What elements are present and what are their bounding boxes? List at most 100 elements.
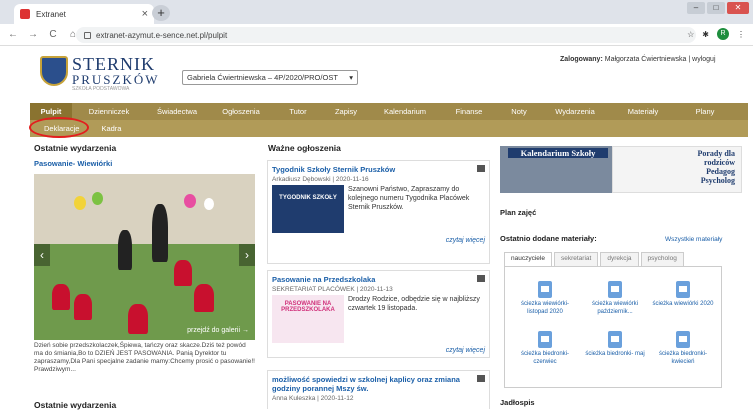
menu-materialy[interactable]: Materiały: [610, 107, 676, 116]
extensions-icon[interactable]: ✱: [702, 30, 709, 39]
tab-management[interactable]: dyrekcja: [600, 252, 639, 266]
menu-finanse[interactable]: Finanse: [440, 107, 498, 116]
logo-line1: STERNIK: [72, 54, 155, 74]
calendar-banner[interactable]: Kalendarium Szkoły: [500, 146, 618, 193]
favicon-icon: [20, 9, 30, 19]
news-title: Ważne ogłoszenia: [268, 143, 341, 153]
news-item-meta: SEKRETARIAT PLACÓWEK | 2020-11-13: [272, 286, 393, 293]
main-menu: Pulpit Dzienniczek Świadectwa Ogłoszenia…: [30, 103, 748, 120]
highlight-circle: [29, 117, 89, 138]
next-arrow-icon[interactable]: ›: [239, 244, 255, 266]
logged-label: Zalogowany:: [560, 56, 603, 63]
materials-title: Ostatnio dodane materiały:: [500, 234, 597, 243]
banner2-line1: Porady dla: [697, 149, 735, 158]
close-tab-icon[interactable]: ×: [142, 8, 148, 20]
material-label: ściezka wiewiórki- listopad 2020: [520, 301, 569, 315]
menu-ogloszenia[interactable]: Ogłoszenia: [208, 107, 274, 116]
submenu-kadra[interactable]: Kadra: [101, 124, 121, 133]
menu-plany[interactable]: Plany: [676, 107, 734, 116]
chevron-down-icon: ▾: [349, 73, 353, 82]
student-select[interactable]: Gabriela Ćwiertniewska – 4P/2020/PRO/OST…: [182, 70, 358, 85]
minimize-button[interactable]: –: [687, 2, 705, 14]
news-item-meta: Arkadiusz Dębowski | 2020-11-16: [272, 176, 369, 183]
logout-link[interactable]: wyloguj: [692, 56, 715, 63]
materials-tabs: nauczyciele sekretariat dyrekcja psychol…: [504, 252, 724, 266]
tab-teachers[interactable]: nauczyciele: [504, 252, 552, 266]
news-item: możliwość spowiedzi w szkolnej kaplicy o…: [267, 370, 490, 409]
url-text: extranet-azymut.e-sence.net.pl/pulpit: [96, 30, 228, 40]
print-icon[interactable]: [477, 165, 485, 172]
new-tab-button[interactable]: +: [152, 5, 170, 21]
menu-tutor[interactable]: Tutor: [274, 107, 322, 116]
material-item[interactable]: ścieżka biedronki- czerwiec: [511, 331, 579, 366]
news-item-title[interactable]: Tygodnik Szkoły Sternik Pruszków: [272, 165, 485, 174]
back-icon[interactable]: ←: [6, 29, 20, 40]
materials-panel: ściezka wiewiórki- listopad 2020 ścieżka…: [504, 266, 722, 388]
document-icon: [608, 281, 622, 298]
material-label: ścieżka biedronki- kwiecień: [658, 351, 708, 365]
student-select-value: Gabriela Ćwiertniewska – 4P/2020/PRO/OST: [187, 73, 338, 82]
material-item[interactable]: ścieżka wiewiórki 2020: [649, 281, 717, 308]
events-title: Ostatnie wydarzenia: [34, 143, 117, 153]
news-item: Pasowanie na Przedszkolaka SEKRETARIAT P…: [267, 270, 490, 358]
login-info: Zalogowany: Małgorzata Ćwiertniewska | w…: [560, 56, 716, 63]
document-icon: [676, 281, 690, 298]
menu-zapisy[interactable]: Zapisy: [322, 107, 370, 116]
sub-menu: Deklaracje Kadra: [30, 120, 748, 137]
reload-icon[interactable]: C: [46, 29, 60, 40]
read-more-link[interactable]: czytaj więcej: [272, 343, 485, 354]
material-label: ścieżka biedronki- czerwiec: [520, 351, 570, 365]
plan-title[interactable]: Plan zajęć: [500, 208, 536, 217]
news-item: Tygodnik Szkoły Sternik Pruszków Arkadiu…: [267, 160, 490, 264]
menu-swiadectwa[interactable]: Świadectwa: [146, 107, 208, 116]
gallery-link[interactable]: przejdź do galerii →: [187, 327, 249, 334]
document-icon: [608, 331, 622, 348]
news-thumbnail[interactable]: TYGODNIK SZKOŁY: [272, 185, 344, 233]
menu-dzienniczek[interactable]: Dzienniczek: [72, 107, 146, 116]
site-logo[interactable]: STERNIK PRUSZKÓW SZKOŁA PODSTAWOWA: [40, 54, 160, 92]
star-icon[interactable]: ☆: [687, 30, 694, 39]
news-item-title[interactable]: możliwość spowiedzi w szkolnej kaplicy o…: [272, 375, 485, 393]
lock-icon: [84, 31, 91, 39]
forward-icon[interactable]: →: [26, 29, 40, 40]
material-label: ścieżka biedronki- maj: [585, 351, 645, 357]
psychologist-banner[interactable]: Porady dla rodziców Pedagog Psycholog: [612, 146, 742, 193]
menu-wydarzenia[interactable]: Wydarzenia: [540, 107, 610, 116]
menu-title[interactable]: Jadłospis: [500, 398, 535, 407]
logo-line2: PRUSZKÓW: [72, 72, 160, 87]
print-icon[interactable]: [477, 275, 485, 282]
material-item[interactable]: ścieżka wiewiórki październik...: [581, 281, 649, 316]
material-label: ścieżka wiewiórki październik...: [591, 301, 638, 315]
address-bar: ← → C ⌂ extranet-azymut.e-sence.net.pl/p…: [0, 24, 753, 46]
browser-tabbar: Extranet × + – □ ✕: [0, 0, 753, 24]
news-item-title[interactable]: Pasowanie na Przedszkolaka: [272, 275, 485, 284]
banner2-line2: rodziców: [704, 158, 735, 167]
close-window-button[interactable]: ✕: [727, 2, 749, 14]
material-item[interactable]: ścieżka biedronki- kwiecień: [649, 331, 717, 366]
menu-noty[interactable]: Noty: [498, 107, 540, 116]
browser-tab[interactable]: Extranet ×: [14, 4, 154, 24]
event-photo[interactable]: ‹ › przejdź do galerii →: [34, 174, 255, 340]
material-item[interactable]: ściezka wiewiórki- listopad 2020: [511, 281, 579, 316]
calendar-banner-text: Kalendarium Szkoły: [508, 148, 608, 158]
material-item[interactable]: ścieżka biedronki- maj: [581, 331, 649, 358]
tab-secretariat[interactable]: sekretariat: [553, 252, 599, 266]
menu-dots-icon[interactable]: ⋮: [737, 30, 745, 39]
material-label: ścieżka wiewiórki 2020: [652, 301, 714, 307]
print-icon[interactable]: [477, 375, 485, 382]
tab-psychologist[interactable]: psycholog: [640, 252, 684, 266]
prev-arrow-icon[interactable]: ‹: [34, 244, 50, 266]
news-thumbnail[interactable]: PASOWANIE NA PRZEDSZKOLAKA: [272, 295, 344, 343]
maximize-button[interactable]: □: [707, 2, 725, 14]
banner2-line4: Psycholog: [700, 176, 735, 185]
menu-kalendarium[interactable]: Kalendarium: [370, 107, 440, 116]
read-more-link[interactable]: czytaj więcej: [272, 233, 485, 244]
document-icon: [676, 331, 690, 348]
document-icon: [538, 281, 552, 298]
url-field[interactable]: extranet-azymut.e-sence.net.pl/pulpit: [76, 27, 696, 43]
event-title-link[interactable]: Pasowanie- Wiewiórki: [34, 159, 112, 168]
news-item-meta: Anna Kuleszka | 2020-11-12: [272, 395, 354, 402]
crest-icon: [40, 56, 68, 86]
all-materials-link[interactable]: Wszystkie materiały: [665, 236, 722, 243]
avatar[interactable]: R: [717, 28, 729, 40]
